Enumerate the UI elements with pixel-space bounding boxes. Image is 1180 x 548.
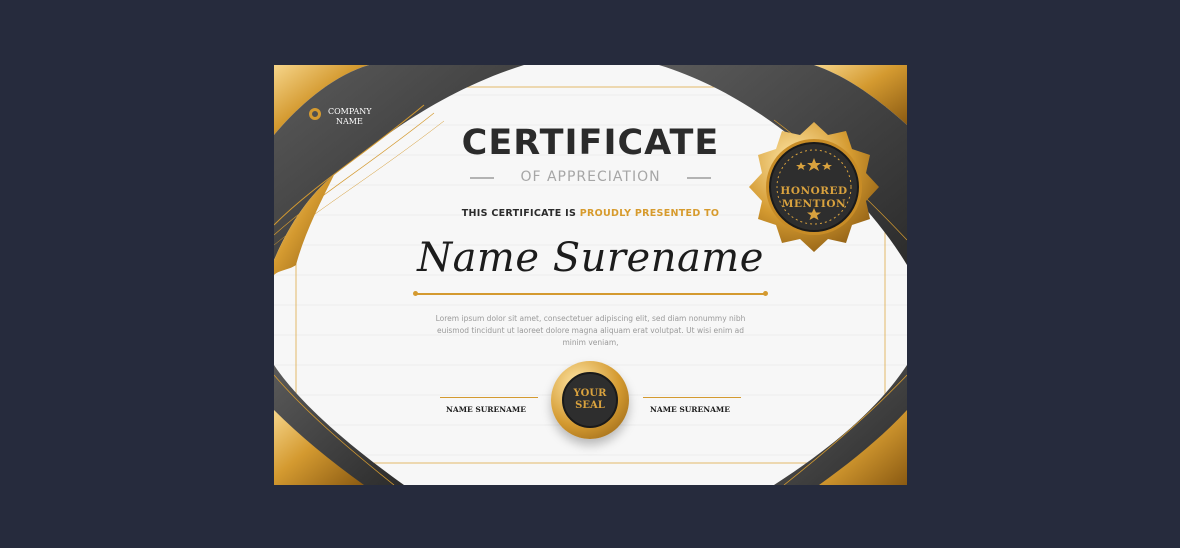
badge-text-line1: HONORED [780, 185, 848, 197]
signature-name-left: NAME SURENAME [446, 405, 526, 414]
signature-line-left [440, 397, 538, 398]
recipient-underline [415, 293, 767, 295]
seal-text-line1: YOUR [573, 388, 607, 399]
signature-line-right [643, 397, 741, 398]
badge-text-line2: MENTION [781, 198, 847, 210]
seal-text-line2: SEAL [575, 400, 605, 411]
badge-text: HONORED MENTION [772, 185, 856, 211]
seal: YOUR SEAL [551, 361, 629, 439]
name-line-dot-right [763, 291, 768, 296]
presented-prefix: THIS CERTIFICATE IS [461, 208, 580, 219]
gold-ring-icon [309, 108, 321, 120]
presented-highlight: PROUDLY PRESENTED TO [579, 208, 720, 219]
company-name-line1: COMPANY [328, 107, 372, 116]
signature-name-right: NAME SURENAME [650, 405, 730, 414]
seal-inner: YOUR SEAL [562, 372, 618, 428]
certificate-body: Lorem ipsum dolor sit amet, consectetuer… [435, 314, 746, 347]
subtitle-divider-right [687, 177, 711, 179]
certificate-card: COMPANY NAME CERTIFICATE OF APPRECIATION… [274, 65, 907, 485]
